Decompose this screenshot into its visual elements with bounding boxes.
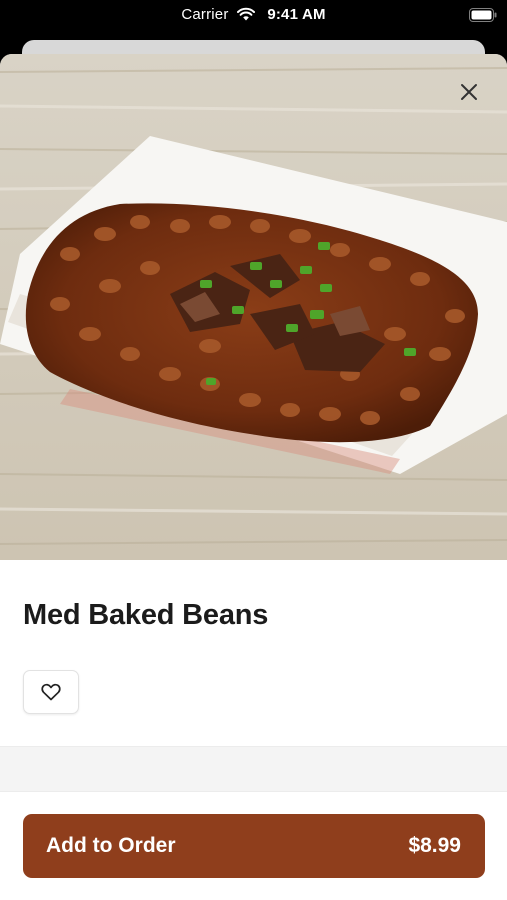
- wifi-icon: [236, 7, 255, 21]
- heart-icon: [41, 683, 61, 701]
- close-icon: [461, 84, 477, 100]
- battery-icon: [469, 8, 497, 22]
- price-label: $8.99: [408, 834, 461, 857]
- carrier-label: Carrier: [181, 6, 229, 23]
- section-divider: [0, 746, 507, 792]
- status-bar: Carrier 9:41 AM: [0, 0, 507, 32]
- add-to-order-button[interactable]: Add to Order $8.99: [23, 814, 485, 878]
- item-title: Med Baked Beans: [23, 599, 269, 631]
- status-time: 9:41 AM: [267, 6, 326, 23]
- favorite-button[interactable]: [23, 670, 79, 714]
- item-detail-sheet: Med Baked Beans Add to Order $8.99: [0, 54, 507, 900]
- baked-beans-photo: [0, 54, 507, 560]
- status-center: Carrier 9:41 AM: [0, 6, 507, 23]
- close-button[interactable]: [453, 76, 485, 108]
- add-to-order-label: Add to Order: [46, 834, 176, 857]
